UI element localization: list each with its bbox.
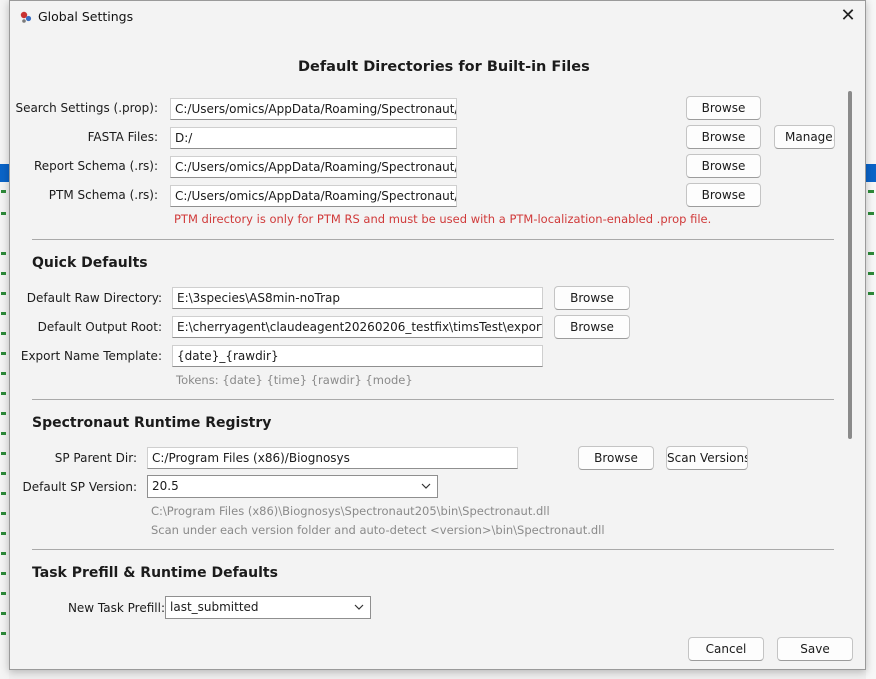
raw-directory-field[interactable]: E:\3species\AS8min-noTrap bbox=[172, 287, 543, 309]
background-status-mark bbox=[1, 352, 6, 355]
export-name-template-field[interactable]: {date}_{rawdir} bbox=[172, 345, 543, 367]
background-status-mark bbox=[868, 190, 874, 193]
background-status-mark bbox=[1, 292, 6, 295]
background-status-mark bbox=[1, 392, 6, 395]
report-schema-label: Report Schema (.rs): bbox=[33, 159, 158, 173]
global-settings-dialog: Global Settings ✕ Default Directories fo… bbox=[9, 0, 866, 670]
background-status-mark bbox=[1, 492, 6, 495]
background-status-mark bbox=[1, 432, 6, 435]
background-status-mark bbox=[1, 572, 6, 575]
background-status-mark bbox=[1, 452, 6, 455]
ptm-schema-label: PTM Schema (.rs): bbox=[48, 188, 158, 202]
report-schema-field[interactable]: C:/Users/omics/AppData/Roaming/Spectrona… bbox=[170, 156, 457, 178]
output-root-field[interactable]: E:\cherryagent\claudeagent20260206_testf… bbox=[172, 316, 543, 338]
section-divider bbox=[32, 239, 834, 240]
tokens-hint: Tokens: {date} {time} {rawdir} {mode} bbox=[176, 373, 413, 387]
close-icon[interactable]: ✕ bbox=[835, 4, 861, 30]
new-task-prefill-value: last_submitted bbox=[170, 600, 259, 614]
section-divider bbox=[32, 549, 834, 550]
background-status-mark bbox=[1, 332, 6, 335]
background-status-mark bbox=[1, 552, 6, 555]
section-title-runtime-registry: Spectronaut Runtime Registry bbox=[32, 415, 272, 431]
vertical-scrollbar[interactable] bbox=[848, 91, 852, 439]
chevron-down-icon bbox=[354, 604, 364, 610]
scan-versions-button[interactable]: Scan Versions bbox=[666, 446, 748, 470]
output-root-label: Default Output Root: bbox=[37, 320, 162, 334]
background-left-edge bbox=[0, 0, 9, 679]
search-settings-field[interactable]: C:/Users/omics/AppData/Roaming/Spectrona… bbox=[170, 98, 457, 120]
title-bar: Global Settings ✕ bbox=[10, 1, 865, 33]
new-task-prefill-label: New Task Prefill: bbox=[67, 601, 165, 615]
background-status-mark bbox=[1, 472, 6, 475]
background-right-edge bbox=[866, 0, 876, 679]
ptm-schema-browse-button[interactable]: Browse bbox=[686, 183, 761, 207]
search-settings-browse-button[interactable]: Browse bbox=[686, 96, 761, 120]
background-status-mark bbox=[868, 252, 874, 255]
background-status-mark bbox=[1, 312, 6, 315]
background-status-mark bbox=[1, 632, 6, 635]
section-title-task-prefill: Task Prefill & Runtime Defaults bbox=[32, 565, 278, 581]
background-selected-row bbox=[866, 164, 876, 182]
background-status-mark bbox=[1, 612, 6, 615]
default-sp-version-value: 20.5 bbox=[152, 479, 179, 493]
background-status-mark bbox=[1, 212, 6, 215]
window-title: Global Settings bbox=[38, 9, 134, 24]
new-task-prefill-select[interactable]: last_submitted bbox=[165, 596, 371, 619]
report-schema-browse-button[interactable]: Browse bbox=[686, 154, 761, 178]
sp-dll-path-hint: C:\Program Files (x86)\Biognosys\Spectro… bbox=[151, 504, 550, 518]
section-divider bbox=[32, 399, 834, 400]
background-selected-row bbox=[0, 164, 9, 182]
background-status-mark bbox=[1, 252, 6, 255]
fasta-files-field[interactable]: D:/ bbox=[170, 127, 457, 149]
background-status-mark bbox=[1, 512, 6, 515]
raw-directory-label: Default Raw Directory: bbox=[26, 291, 162, 305]
background-status-mark bbox=[1, 272, 6, 275]
scan-versions-hint: Scan under each version folder and auto-… bbox=[151, 523, 605, 537]
section-title-builtin: Default Directories for Built-in Files bbox=[298, 59, 590, 75]
cancel-button[interactable]: Cancel bbox=[688, 637, 764, 661]
chevron-down-icon bbox=[421, 483, 431, 489]
background-status-mark bbox=[1, 532, 6, 535]
background-status-mark bbox=[868, 212, 874, 215]
default-sp-version-select[interactable]: 20.5 bbox=[147, 475, 438, 498]
background-status-mark bbox=[868, 272, 874, 275]
settings-scroll-area[interactable]: Default Directories for Built-in Files S… bbox=[10, 33, 865, 621]
sp-parent-dir-label: SP Parent Dir: bbox=[54, 451, 137, 465]
section-title-quick-defaults: Quick Defaults bbox=[32, 255, 148, 271]
raw-directory-browse-button[interactable]: Browse bbox=[554, 286, 630, 310]
fasta-browse-button[interactable]: Browse bbox=[686, 125, 761, 149]
search-settings-label: Search Settings (.prop): bbox=[15, 101, 158, 115]
output-root-browse-button[interactable]: Browse bbox=[554, 315, 630, 339]
background-status-mark bbox=[868, 292, 874, 295]
background-status-mark bbox=[1, 372, 6, 375]
ptm-schema-field[interactable]: C:/Users/omics/AppData/Roaming/Spectrona… bbox=[170, 185, 457, 207]
sp-parent-dir-field[interactable]: C:/Program Files (x86)/Biognosys bbox=[147, 447, 518, 469]
ptm-warning-note: PTM directory is only for PTM RS and mus… bbox=[174, 212, 712, 226]
save-button[interactable]: Save bbox=[777, 637, 853, 661]
app-logo-icon bbox=[20, 11, 32, 23]
fasta-manage-button[interactable]: Manage.. bbox=[774, 125, 835, 149]
background-status-mark bbox=[1, 592, 6, 595]
fasta-files-label: FASTA Files: bbox=[87, 130, 158, 144]
background-status-mark bbox=[1, 412, 6, 415]
background-status-mark bbox=[1, 190, 6, 193]
default-sp-version-label: Default SP Version: bbox=[22, 480, 138, 494]
sp-parent-browse-button[interactable]: Browse bbox=[578, 446, 654, 470]
export-name-template-label: Export Name Template: bbox=[20, 349, 162, 363]
